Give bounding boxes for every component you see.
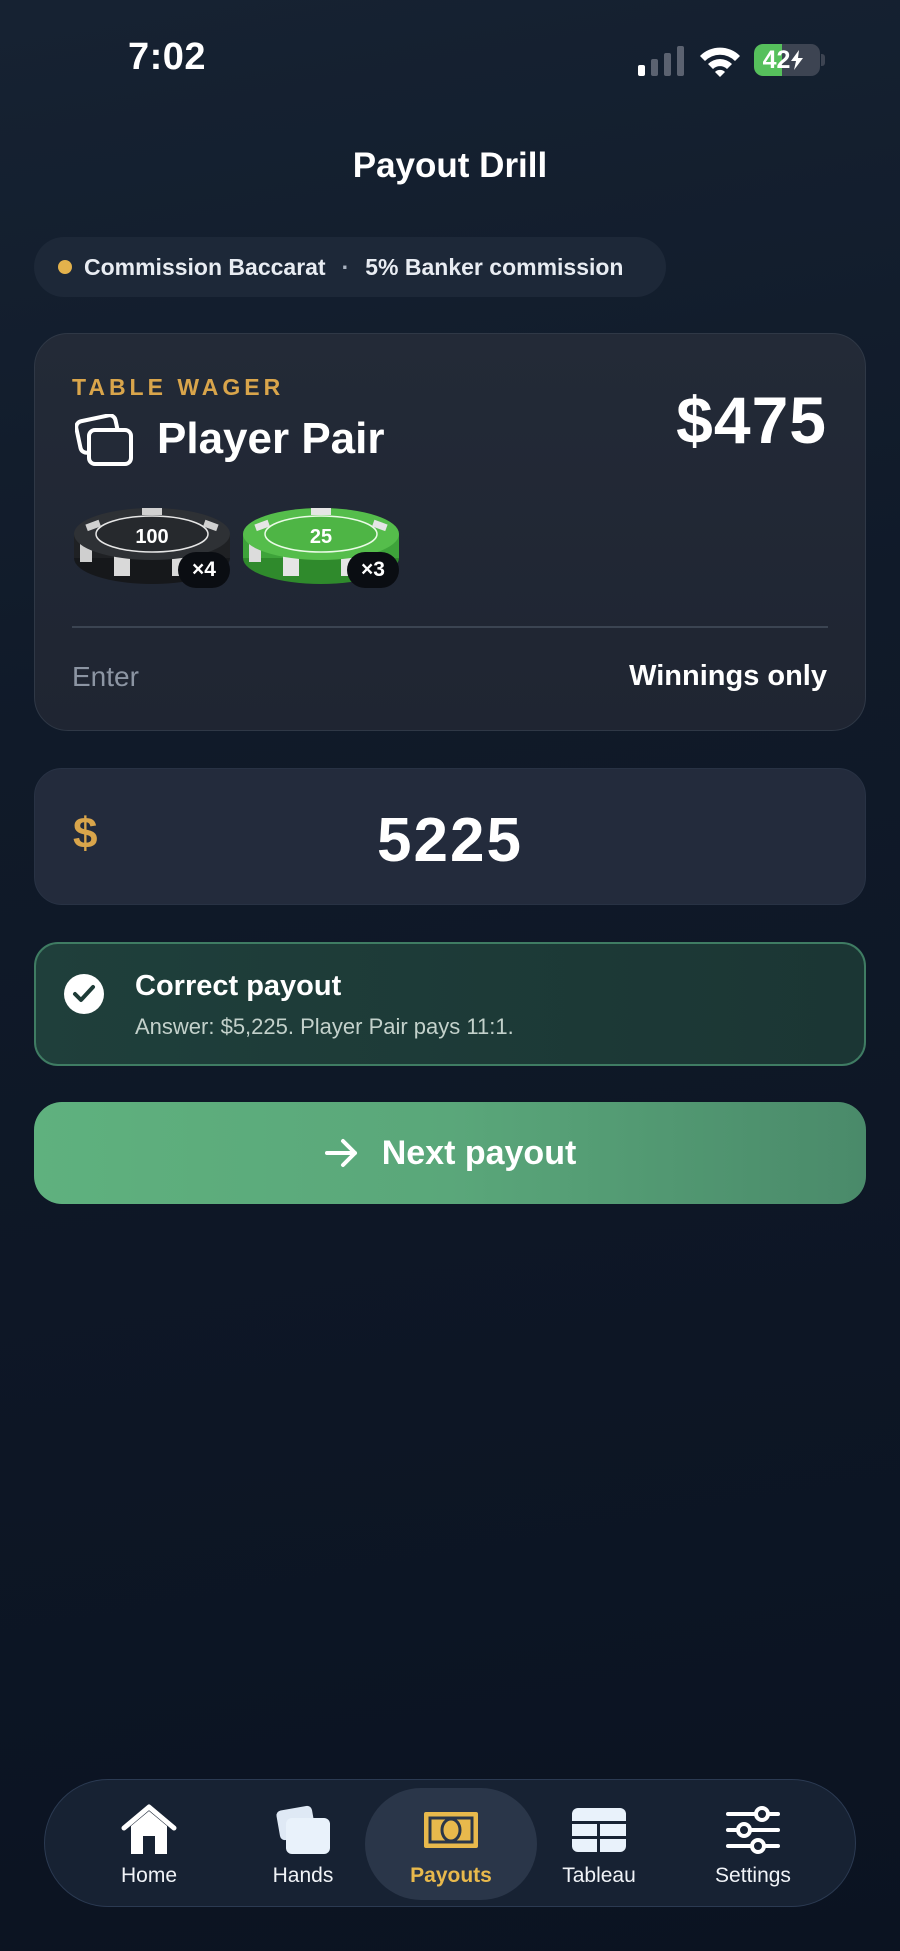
battery-nub [821,54,825,66]
tab-payouts-label: Payouts [410,1864,492,1887]
feedback-banner: Correct payout Answer: $5,225. Player Pa… [34,942,866,1066]
feedback-detail: Answer: $5,225. Player Pair pays 11:1. [135,1014,514,1039]
wager-eyebrow: TABLE WAGER [72,374,285,400]
status-bar: 7:02 42 [0,0,900,120]
status-dot [58,260,72,274]
wager-name: Player Pair [157,414,385,463]
tab-tableau[interactable]: Tableau [513,1788,685,1900]
battery-indicator: 42 [754,44,820,76]
sliders-icon [726,1806,780,1854]
mode-separator: · [341,253,350,280]
tab-tableau-label: Tableau [562,1864,636,1887]
game-name: Commission Baccarat [84,253,326,280]
chip-25: 25 ×3 [241,506,401,588]
status-time: 7:02 [128,36,207,78]
chip-25-label: 25 [310,526,332,548]
cards-icon [276,1805,330,1854]
arrow-right-icon [324,1139,357,1167]
tab-home-label: Home [120,1864,178,1887]
chip-100: 100 ×4 [72,506,232,588]
tab-settings-label: Settings [715,1864,791,1887]
cards-icon [75,414,133,466]
battery-percent: 42 [762,45,791,74]
wifi-icon [700,47,740,77]
tab-payouts[interactable]: Payouts [365,1788,537,1900]
cellular-signal-icon [638,46,684,76]
next-payout-label: Next payout [381,1133,577,1172]
wager-card: TABLE WAGER Player Pair $475 100 ×4 25 ×… [34,333,866,731]
wager-amount: $475 [676,383,827,457]
tab-bar: Home Hands Payouts Tableau Settings [44,1779,856,1907]
table-grid-icon [572,1808,626,1852]
feedback-title: Correct payout [135,970,342,1002]
checkmark-icon [64,974,104,1014]
tab-hands-label: Hands [272,1864,334,1887]
payout-answer-input[interactable]: $ 5225 [34,768,866,905]
game-mode-pill[interactable]: Commission Baccarat · 5% Banker commissi… [34,237,666,297]
page-title: Payout Drill [352,146,548,185]
banknote-icon [424,1812,478,1848]
enter-label: Enter [72,661,139,692]
chip-100-count: ×4 [178,552,230,588]
chip-25-count: ×3 [347,552,399,588]
chip-100-label: 100 [135,526,168,548]
answer-value[interactable]: 5225 [35,805,865,876]
next-payout-button[interactable]: Next payout [34,1102,866,1204]
home-icon [121,1804,177,1854]
card-divider [72,626,828,628]
commission-rule: 5% Banker commission [365,253,624,280]
tab-settings[interactable]: Settings [667,1788,839,1900]
tab-hands[interactable]: Hands [217,1788,389,1900]
tab-home[interactable]: Home [63,1788,235,1900]
charging-bolt-icon [791,50,804,70]
winnings-only-label: Winnings only [629,660,827,692]
